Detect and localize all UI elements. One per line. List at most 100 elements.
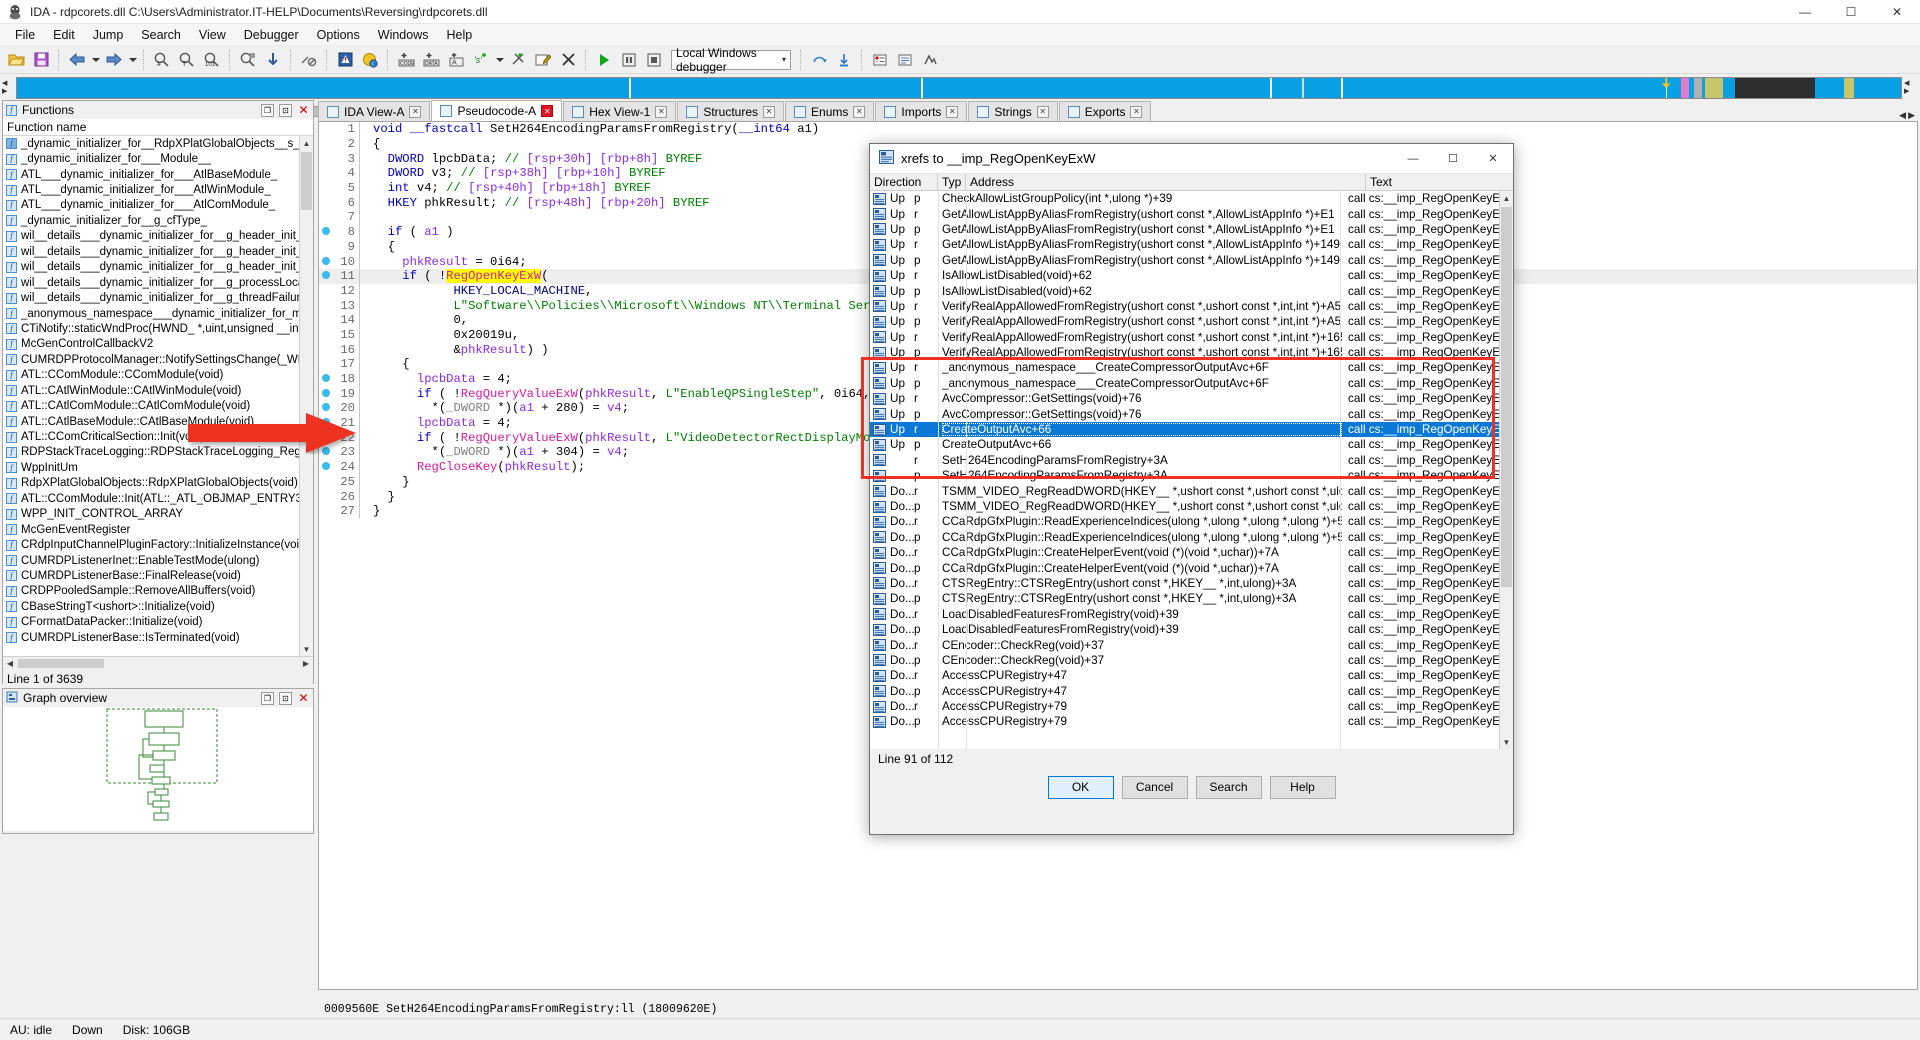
functions-list[interactable]: f_dynamic_initializer_for__RdpXPlatGloba…	[3, 136, 313, 656]
xrefs-close-button[interactable]: ✕	[1473, 144, 1513, 174]
menu-jump[interactable]: Jump	[84, 26, 133, 44]
save-icon[interactable]	[29, 48, 53, 72]
function-list-item[interactable]: fATL::CAtlBaseModule::CAtlBaseModule(voi…	[3, 414, 313, 429]
tab-close-icon[interactable]: ✕	[541, 105, 553, 117]
tab-close-icon[interactable]: ✕	[1037, 106, 1049, 118]
pause-icon[interactable]	[617, 48, 641, 72]
make-array-icon[interactable]: A	[444, 48, 468, 72]
function-list-item[interactable]: f_dynamic_initializer_for__RdpXPlatGloba…	[3, 136, 313, 151]
function-list-item[interactable]: f_dynamic_initializer_for___Module__	[3, 151, 313, 166]
function-list-item[interactable]: fCTiNotify::staticWndProc(HWND_ *,uint,u…	[3, 321, 313, 336]
function-list-item[interactable]: fWppInitUm	[3, 460, 313, 475]
tab-close-icon[interactable]: ✕	[946, 106, 958, 118]
tracing-icon[interactable]	[918, 48, 942, 72]
xrefs-scroll-up-icon[interactable]: ▲	[1500, 191, 1513, 205]
panel-close-icon[interactable]: ✕	[297, 104, 310, 117]
lumina-icon[interactable]: i	[358, 48, 382, 72]
xrefs-list[interactable]: UppCheckAllowListGroupPolicy(int *,ulong…	[870, 191, 1513, 749]
tab-imports[interactable]: Imports✕	[875, 101, 967, 121]
nav-expand-left-icon[interactable]: ◀	[1904, 80, 1916, 88]
string-dropdown-icon[interactable]	[494, 48, 505, 72]
menu-debugger[interactable]: Debugger	[235, 26, 308, 44]
function-list-item[interactable]: fwil__details___dynamic_initializer_for_…	[3, 260, 313, 275]
search-hash-icon[interactable]: #	[150, 48, 174, 72]
function-list-item[interactable]: fRdpXPlatGlobalObjects::RdpXPlatGlobalOb…	[3, 476, 313, 491]
graph-float-button[interactable]: ⊡	[279, 692, 292, 705]
function-list-item[interactable]: fwil__details___dynamic_initializer_for_…	[3, 229, 313, 244]
function-list-item[interactable]: fwil__details___dynamic_initializer_for_…	[3, 290, 313, 305]
minimize-button[interactable]: —	[1782, 0, 1828, 24]
function-list-item[interactable]: fCFormatDataPacker::Initialize(void)	[3, 615, 313, 630]
back-dropdown-icon[interactable]	[90, 48, 101, 72]
function-list-item[interactable]: fWPP_INIT_CONTROL_ARRAY	[3, 507, 313, 522]
search-binary-icon[interactable]: 101	[200, 48, 224, 72]
function-list-item[interactable]: fATL___dynamic_initializer_for___AtlComM…	[3, 198, 313, 213]
function-list-item[interactable]: fwil__details___dynamic_initializer_for_…	[3, 244, 313, 259]
tab-close-icon[interactable]: ✕	[763, 106, 775, 118]
xrefs-vertical-scrollbar[interactable]: ▲ ▼	[1499, 191, 1513, 749]
tab-scroll-right-icon[interactable]: ▶	[1908, 110, 1915, 121]
menu-windows[interactable]: Windows	[369, 26, 438, 44]
no-entry-icon[interactable]	[297, 48, 321, 72]
scroll-up-icon[interactable]: ▲	[300, 136, 313, 150]
function-list-item[interactable]: fMcGenControlCallbackV2	[3, 337, 313, 352]
function-list-item[interactable]: fATL::CComCriticalSection::Init(void)	[3, 429, 313, 444]
menu-search[interactable]: Search	[132, 26, 190, 44]
tab-hex-view-1[interactable]: Hex View-1✕	[563, 101, 676, 121]
functions-vertical-scrollbar[interactable]: ▲ ▼	[299, 136, 313, 656]
make-data-icon[interactable]: DATA	[419, 48, 443, 72]
graph-close-icon[interactable]: ✕	[297, 692, 310, 705]
breakpoint-dot-icon[interactable]	[319, 225, 333, 239]
debugger-selector[interactable]: Local Windows debugger ▾	[671, 50, 791, 70]
search-text-icon[interactable]: T	[175, 48, 199, 72]
xrefs-col-text[interactable]: Text	[1366, 174, 1513, 190]
breakpoint-dot-icon[interactable]	[319, 416, 333, 430]
function-list-item[interactable]: fRDPStackTraceLogging::RDPStackTraceLogg…	[3, 445, 313, 460]
graph-overview-canvas[interactable]	[3, 707, 313, 831]
breakpoint-dot-icon[interactable]	[319, 445, 333, 459]
nav-left-icon[interactable]: ◀	[2, 80, 14, 88]
jump-down-icon[interactable]	[261, 48, 285, 72]
make-code-icon[interactable]: CODE	[394, 48, 418, 72]
tab-enums[interactable]: Enums✕	[785, 101, 874, 121]
nav-expand-right-icon[interactable]: ▶	[1904, 88, 1916, 96]
tab-scroll-left-icon[interactable]: ◀	[1899, 110, 1906, 121]
tab-close-icon[interactable]: ✕	[655, 106, 667, 118]
navigator-arrows[interactable]: ◀ ▶	[2, 80, 14, 96]
step-over-icon[interactable]	[807, 48, 831, 72]
make-string-icon[interactable]: 's'	[469, 48, 493, 72]
menu-view[interactable]: View	[190, 26, 235, 44]
function-list-item[interactable]: fCUMRDPListenerInet::EnableTestMode(ulon…	[3, 553, 313, 568]
menu-file[interactable]: File	[6, 26, 44, 44]
tab-close-icon[interactable]: ✕	[1130, 106, 1142, 118]
breakpoint-dot-icon[interactable]	[319, 431, 333, 445]
scroll-thumb[interactable]	[301, 152, 312, 210]
tab-strings[interactable]: Strings✕	[968, 101, 1057, 121]
function-list-item[interactable]: f_dynamic_initializer_for__g_cfType_	[3, 213, 313, 228]
menu-edit[interactable]: Edit	[44, 26, 84, 44]
menu-options[interactable]: Options	[308, 26, 369, 44]
open-file-icon[interactable]	[4, 48, 28, 72]
hscroll-right-icon[interactable]: ▶	[299, 659, 313, 668]
xrefs-scroll-thumb[interactable]	[1501, 207, 1512, 587]
panel-float-button[interactable]: ⊡	[279, 104, 292, 117]
search-immediate-icon[interactable]	[236, 48, 260, 72]
function-list-item[interactable]: fATL::CComModule::Init(ATL::_ATL_OBJMAP_…	[3, 491, 313, 506]
hscroll-thumb[interactable]	[18, 659, 104, 668]
function-list-item[interactable]: fCUMRDPProtocolManager::NotifySettingsCh…	[3, 352, 313, 367]
breakpoint-dot-icon[interactable]	[319, 372, 333, 386]
function-list-item[interactable]: fATL___dynamic_initializer_for___AtlBase…	[3, 167, 313, 182]
stop-icon[interactable]	[642, 48, 666, 72]
scroll-down-icon[interactable]: ▼	[300, 642, 313, 656]
function-list-item[interactable]: fATL___dynamic_initializer_for___AtlWinM…	[3, 182, 313, 197]
breakpoint-dot-icon[interactable]	[319, 387, 333, 401]
code-line[interactable]: 1void __fastcall SetH264EncodingParamsFr…	[319, 122, 1917, 137]
search-button[interactable]: Search	[1196, 776, 1262, 799]
tab-scroll-arrows[interactable]: ◀▶	[1899, 110, 1918, 121]
functions-horizontal-scrollbar[interactable]: ◀ ▶	[3, 656, 313, 670]
navigator-right-arrows[interactable]: ◀ ▶	[1904, 80, 1916, 96]
function-list-item[interactable]: fATL::CAtlWinModule::CAtlWinModule(void)	[3, 383, 313, 398]
function-list-item[interactable]: fCRdpInputChannelPluginFactory::Initiali…	[3, 537, 313, 552]
maximize-button[interactable]: ☐	[1828, 0, 1874, 24]
function-list-item[interactable]: fCRDPPooledSample::RemoveAllBuffers(void…	[3, 584, 313, 599]
